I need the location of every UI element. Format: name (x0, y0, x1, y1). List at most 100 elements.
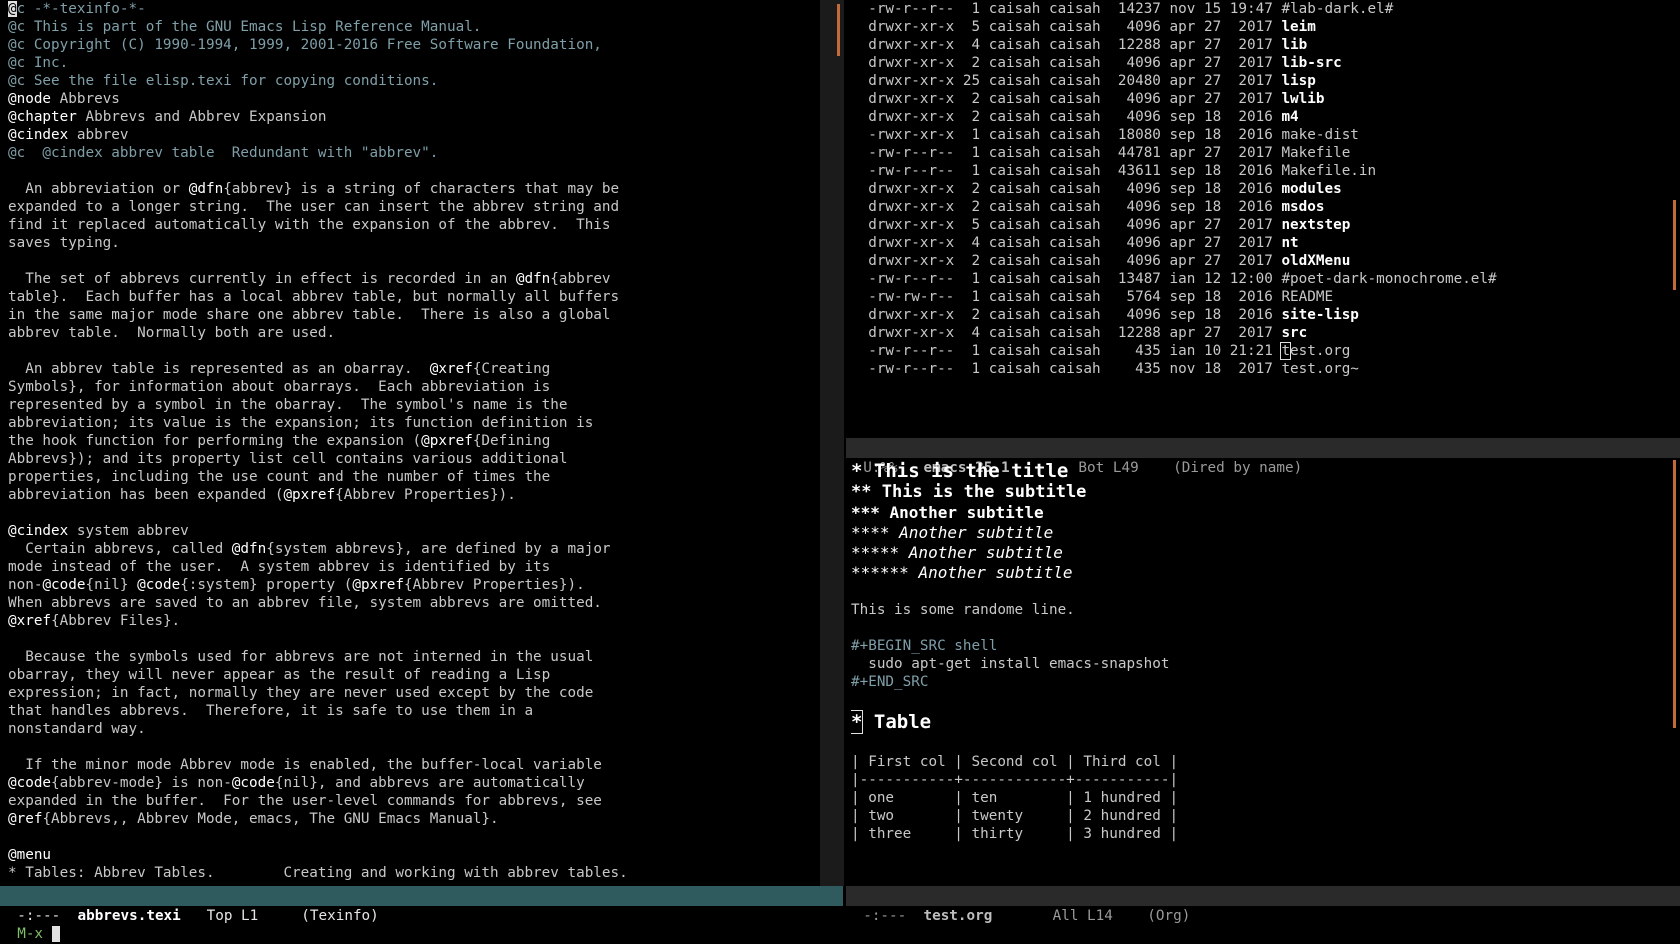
texinfo-text: expanded in the buffer. For the user-lev… (8, 793, 602, 809)
dired-space (980, 343, 989, 359)
dired-owner: caisah (988, 217, 1041, 233)
dired-modeline[interactable]: U:%%- emacs-25.1 Bot L49 (Dired by name) (846, 438, 1680, 476)
dired-entry[interactable]: -rw-r--r-- 1 caisah caisah 13487 ian 12 … (851, 270, 1671, 288)
dired-date: apr 27 2017 (1169, 91, 1273, 107)
dired-space (1040, 271, 1049, 287)
dired-entry[interactable]: drwxr-xr-x 2 caisah caisah 4096 apr 27 2… (851, 252, 1671, 270)
dired-link-count: 1 (962, 271, 981, 287)
dired-entry[interactable]: -rw-r--r-- 1 caisah caisah 44781 apr 27 … (851, 144, 1671, 162)
texinfo-line: expression; in fact, normally they are n… (8, 684, 820, 702)
texinfo-text: Symbols}, for information about obarrays… (8, 379, 551, 395)
dired-entry[interactable]: drwxr-xr-x 2 caisah caisah 4096 apr 27 2… (851, 54, 1671, 72)
window-divider[interactable] (820, 0, 844, 886)
texinfo-line: mode instead of the user. A system abbre… (8, 558, 820, 576)
dired-filename[interactable]: #poet-dark-monochrome.el# (1281, 271, 1496, 287)
org-heading[interactable]: ** This is the subtitle (851, 482, 1671, 503)
dired-space (1161, 73, 1170, 89)
dired-permissions: drwxr-xr-x (868, 181, 955, 197)
org-heading[interactable]: ***** Another subtitle (851, 543, 1671, 563)
dired-entry[interactable]: drwxr-xr-x 2 caisah caisah 4096 sep 18 2… (851, 306, 1671, 324)
dired-entry[interactable]: -rwxr-xr-x 1 caisah caisah 18080 sep 18 … (851, 126, 1671, 144)
texinfo-text: @c This is part of the GNU Emacs Lisp Re… (8, 19, 482, 35)
dired-filename[interactable]: est.org (1290, 343, 1350, 359)
dired-dirname[interactable]: nextstep (1281, 217, 1350, 233)
dired-dirname[interactable]: src (1281, 325, 1307, 341)
dired-dirname[interactable]: site-lisp (1281, 307, 1358, 323)
org-heading[interactable]: ****** Another subtitle (851, 563, 1671, 583)
dired-group: caisah (1049, 253, 1101, 269)
dired-dirname[interactable]: lib (1281, 37, 1307, 53)
dired-dirname[interactable]: msdos (1281, 199, 1324, 215)
dired-filename[interactable]: test.org~ (1281, 361, 1358, 377)
org-headings: * This is the title ** This is the subtit… (851, 460, 1671, 583)
org-heading[interactable]: *** Another subtitle (851, 503, 1671, 523)
org-heading[interactable]: **** Another subtitle (851, 523, 1671, 543)
dired-filename[interactable]: make-dist (1281, 127, 1358, 143)
dired-entry[interactable]: -rw-r--r-- 1 caisah caisah 435 ian 10 21… (851, 342, 1671, 360)
dired-space (1101, 19, 1127, 35)
dired-space (1161, 343, 1170, 359)
texinfo-line (8, 738, 820, 756)
org-table-row[interactable]: | one | ten | 1 hundred | (851, 789, 1671, 807)
dired-dirname[interactable]: nt (1281, 235, 1298, 251)
dired-size: 4096 (1126, 55, 1161, 71)
texinfo-text: expanded to a longer string. The user ca… (8, 199, 620, 215)
dired-entry[interactable]: drwxr-xr-x 2 caisah caisah 4096 sep 18 2… (851, 108, 1671, 126)
dired-space (1040, 163, 1049, 179)
dired-indent (851, 325, 868, 341)
org-table-row[interactable]: | First col | Second col | Third col | (851, 753, 1671, 771)
texinfo-text: An abbrev table is represented as an oba… (8, 361, 430, 377)
dired-entry[interactable]: drwxr-xr-x 4 caisah caisah 12288 apr 27 … (851, 324, 1671, 342)
dired-space (1040, 199, 1049, 215)
left-modeline[interactable]: -:--- abbrevs.texi Top L1 (Texinfo) (0, 886, 843, 924)
org-cursor: * (851, 710, 864, 734)
org-buffer-window[interactable]: * This is the title ** This is the subtit… (851, 460, 1671, 886)
dired-entry[interactable]: drwxr-xr-x 2 caisah caisah 4096 apr 27 2… (851, 90, 1671, 108)
dired-entry[interactable]: drwxr-xr-x 2 caisah caisah 4096 sep 18 2… (851, 180, 1671, 198)
dired-dirname[interactable]: lwlib (1281, 91, 1324, 107)
minibuffer[interactable]: M-x (0, 906, 1680, 942)
dired-date: apr 27 2017 (1169, 235, 1273, 251)
dired-dirname[interactable]: leim (1281, 19, 1315, 35)
dired-entry[interactable]: -rw-r--r-- 1 caisah caisah 14237 nov 15 … (851, 0, 1671, 18)
dired-filename[interactable]: Makefile.in (1281, 163, 1376, 179)
dired-buffer-window[interactable]: -rw-r--r-- 1 caisah caisah 14237 nov 15 … (851, 0, 1671, 440)
org-table-row[interactable]: | three | thirty | 3 hundred | (851, 825, 1671, 843)
dired-entry[interactable]: drwxr-xr-x 4 caisah caisah 12288 apr 27 … (851, 36, 1671, 54)
texinfo-line: @menu (8, 846, 820, 864)
dired-filename[interactable]: #lab-dark.el# (1281, 1, 1393, 17)
dired-space (1161, 289, 1170, 305)
dired-link-count: 1 (962, 289, 981, 305)
dired-space (1101, 289, 1127, 305)
dired-entry[interactable]: -rw-r--r-- 1 caisah caisah 435 nov 18 20… (851, 360, 1671, 378)
dired-owner: caisah (988, 253, 1041, 269)
org-table-row[interactable]: |-----------+------------+-----------| (851, 771, 1671, 789)
org-heading-text: This is the subtitle (881, 482, 1087, 502)
dired-filename[interactable]: README (1281, 289, 1333, 305)
dired-dirname[interactable]: oldXMenu (1281, 253, 1350, 269)
texinfo-line: Abbrevs}); and its property list cell co… (8, 450, 820, 468)
dired-filename[interactable]: Makefile (1281, 145, 1350, 161)
dired-dirname[interactable]: lib-src (1281, 55, 1341, 71)
texinfo-buffer-window[interactable]: @c -*-texinfo-*- @c This is part of the G… (8, 0, 820, 886)
dired-dirname[interactable]: modules (1281, 181, 1341, 197)
dired-entry[interactable]: drwxr-xr-x 2 caisah caisah 4096 sep 18 2… (851, 198, 1671, 216)
dired-entry[interactable]: drwxr-xr-x 5 caisah caisah 4096 apr 27 2… (851, 18, 1671, 36)
text-cursor: @ (8, 1, 17, 17)
dired-space (1101, 271, 1118, 287)
texinfo-line: When abbrevs are saved to an abbrev file… (8, 594, 820, 612)
dired-dirname[interactable]: lisp (1281, 73, 1315, 89)
org-heading[interactable]: * This is the title (851, 460, 1671, 482)
dired-entry[interactable]: drwxr-xr-x 4 caisah caisah 4096 apr 27 2… (851, 234, 1671, 252)
org-modeline[interactable]: -:--- test.org All L14 (Org) (846, 886, 1680, 924)
org-table-row[interactable]: | two | twenty | 2 hundred | (851, 807, 1671, 825)
dired-entry[interactable]: drwxr-xr-x 25 caisah caisah 20480 apr 27… (851, 72, 1671, 90)
org-table[interactable]: | First col | Second col | Third col | |-… (851, 753, 1671, 843)
dired-dirname[interactable]: m4 (1281, 109, 1298, 125)
dired-entry[interactable]: drwxr-xr-x 5 caisah caisah 4096 apr 27 2… (851, 216, 1671, 234)
dired-entry[interactable]: -rw-r--r-- 1 caisah caisah 43611 sep 18 … (851, 162, 1671, 180)
dired-entry[interactable]: -rw-rw-r-- 1 caisah caisah 5764 sep 18 2… (851, 288, 1671, 306)
texinfo-text: @code (137, 577, 181, 593)
dired-permissions: -rw-r--r-- (868, 163, 955, 179)
dired-owner: caisah (988, 73, 1041, 89)
